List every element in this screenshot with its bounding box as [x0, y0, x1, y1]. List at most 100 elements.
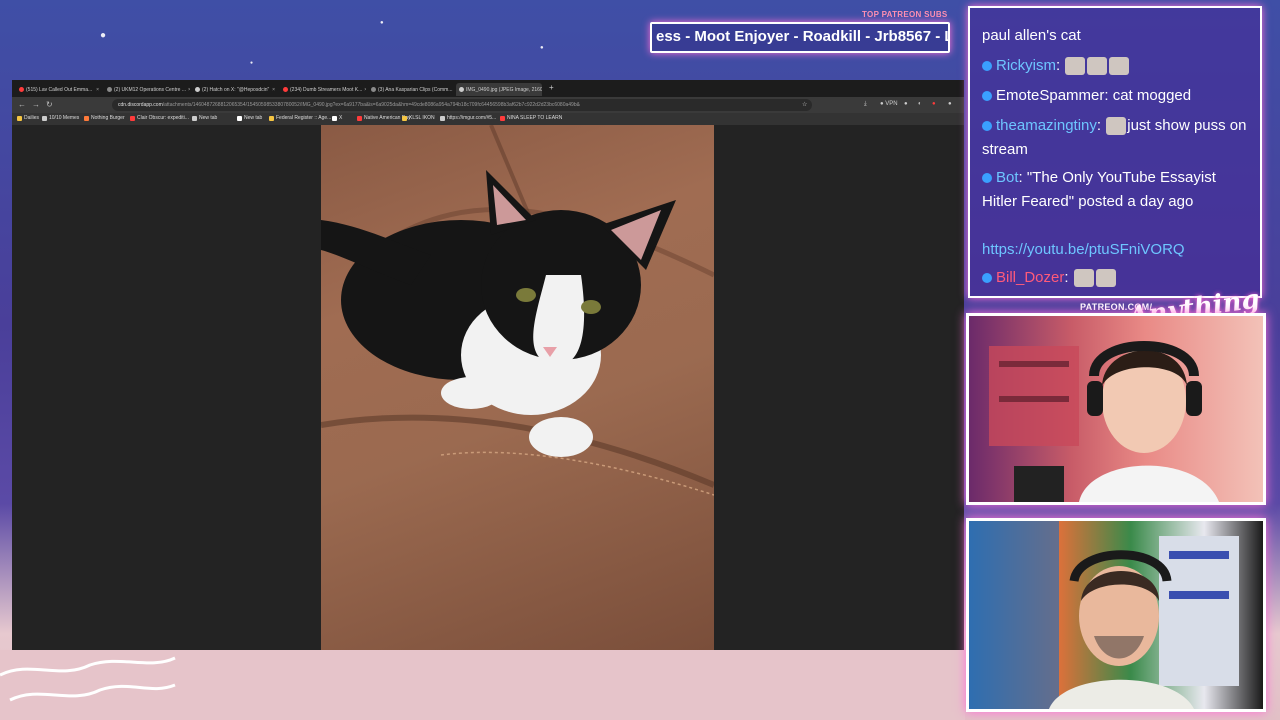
forward-arrow-icon[interactable]: →: [32, 100, 40, 109]
extension-icon[interactable]: ◐: [918, 101, 922, 107]
extension-icon[interactable]: ●: [932, 101, 936, 107]
tab-favicon-icon: [459, 87, 464, 92]
webcam-host-1: [966, 313, 1266, 505]
bookmark-item[interactable]: Federal Register :: Age...: [269, 115, 331, 121]
bookmark-item[interactable]: https://imgur.com/#5...: [440, 115, 496, 121]
close-tab-icon[interactable]: ×: [272, 87, 275, 93]
tab-favicon-icon: [195, 87, 200, 92]
chat-badge-icon: [982, 173, 992, 184]
bookmark-label: Dailies: [24, 115, 40, 121]
chat-colon: :: [1056, 57, 1065, 74]
chat-message: Rickyism:: [982, 54, 1252, 78]
close-tab-icon[interactable]: ×: [96, 87, 99, 93]
chat-text: paul allen's cat: [982, 27, 1081, 44]
tab-label: (2) UKM12 Operations Centre ...: [114, 86, 186, 93]
tab-favicon-icon: [107, 87, 112, 92]
webcam-person-illustration: [989, 341, 1219, 502]
patreon-subs-ticker: ess - Moot Enjoyer - Roadkill - Jrb8567 …: [650, 22, 950, 53]
browser-tab[interactable]: (3) Ana Kasparian Clips (Comm...×: [368, 83, 454, 96]
tab-bar: (515) Lav Called Out Emma... × (2) UKM12 O…: [12, 80, 964, 97]
extension-icon[interactable]: ●: [904, 101, 908, 107]
cat-photo: [321, 125, 714, 650]
vpn-label: VPN: [885, 101, 898, 107]
bookmark-label: https://imgur.com/#5...: [447, 115, 497, 121]
tab-label: (515) Lav Called Out Emma...: [26, 86, 93, 93]
image-viewer: [12, 125, 964, 650]
bookmark-label: KLSL IKON: [409, 115, 435, 121]
tab-favicon-icon: [371, 87, 376, 92]
chat-username[interactable]: Rickyism: [996, 57, 1056, 74]
chat-emote-icon: [1106, 117, 1127, 136]
new-tab-plus-icon[interactable]: +: [549, 83, 554, 92]
chat-username[interactable]: theamazingtiny: [996, 117, 1097, 134]
address-bar[interactable]: cdn.discordapp.com/attachments/146048726…: [112, 99, 812, 111]
bookmarks-bar: Dailies 10/10 Memes Nothing Burger Clair Ob…: [12, 113, 964, 125]
chat-panel: paul allen's cat Rickyism: EmoteSpammer: …: [968, 6, 1262, 298]
url-path: /attachments/1460487268812065354/1545059…: [162, 102, 580, 108]
top-patreon-subs-title: TOP PATREON SUBS: [862, 10, 948, 19]
chat-emote-icon: [1095, 269, 1116, 288]
chat-emote-icon: [1087, 57, 1108, 76]
chat-message: EmoteSpammer: cat mogged: [982, 84, 1252, 108]
tab-favicon-icon: [19, 87, 24, 92]
chat-emote-icon: [1073, 269, 1094, 288]
browser-tab[interactable]: IMG_0490.jpg (JPEG Image, 2160 ××: [456, 83, 542, 96]
bookmark-label: Nothing Burger: [91, 115, 125, 121]
chat-username[interactable]: Bill_Dozer: [996, 269, 1064, 286]
back-arrow-icon[interactable]: ←: [18, 100, 26, 109]
bookmark-label: Clair Obscur: expediti...: [137, 115, 189, 121]
chat-emote-icon: [1109, 57, 1130, 76]
cat-illustration: [321, 125, 714, 496]
bookmark-favicon-icon: [402, 115, 407, 121]
chat-text: cat mogged: [1112, 87, 1192, 104]
bookmark-item[interactable]: Clair Obscur: expediti...: [130, 115, 189, 121]
browser-tab[interactable]: (515) Lav Called Out Emma... ×: [16, 83, 102, 96]
patreon-subs-ticker-text: ess - Moot Enjoyer - Roadkill - Jrb8567 …: [656, 28, 950, 45]
bookmark-label: New tab: [199, 115, 218, 121]
browser-tab[interactable]: (234) Dumb Streamers Moot K... ×: [280, 83, 366, 96]
close-tab-icon[interactable]: ×: [188, 87, 190, 93]
browser-window: (515) Lav Called Out Emma... × (2) UKM12 O…: [12, 80, 964, 650]
bookmark-item[interactable]: Nothing Burger: [84, 115, 125, 121]
bookmark-item[interactable]: X: [332, 115, 342, 121]
chat-username[interactable]: Bot: [996, 169, 1019, 186]
tab-label: (2) Hatch on X: "@Heposdcin": [202, 86, 270, 93]
chat-username[interactable]: EmoteSpammer: [996, 87, 1104, 104]
sparkle: ●: [250, 60, 254, 66]
chat-message: https://youtu.be/ptuSFniVORQ: [982, 238, 1252, 262]
sparkle: ●: [540, 45, 544, 51]
close-tab-icon[interactable]: ×: [364, 87, 366, 93]
browser-tab[interactable]: (2) Hatch on X: "@Heposdcin" ×: [192, 83, 278, 96]
chat-message: paul allen's cat: [982, 24, 1252, 48]
bookmark-favicon-icon: [84, 115, 89, 121]
sparkle: ●: [380, 20, 384, 26]
bookmark-favicon-icon: [42, 115, 47, 121]
reload-icon[interactable]: ↻: [46, 100, 53, 109]
url-domain: cdn.discordapp.com: [118, 102, 163, 108]
download-icon[interactable]: ⤓: [864, 101, 867, 108]
bookmark-item[interactable]: Dailies: [17, 115, 39, 121]
chat-link[interactable]: https://youtu.be/ptuSFniVORQ: [982, 241, 1185, 258]
sparkle: ●: [100, 30, 107, 41]
chat-badge-icon: [982, 121, 992, 132]
bookmark-star-icon[interactable]: ☆: [802, 101, 807, 108]
bookmark-label: X: [339, 115, 343, 121]
bookmark-item[interactable]: New tab: [237, 115, 262, 121]
chat-badge-icon: [982, 273, 992, 284]
webcam-person-illustration: [969, 521, 1239, 709]
bookmark-item[interactable]: KLSL IKON: [402, 115, 435, 121]
browser-tab[interactable]: (2) UKM12 Operations Centre ... ×: [104, 83, 190, 96]
tab-favicon-icon: [283, 87, 288, 92]
chat-badge-icon: [982, 61, 992, 72]
bookmark-item[interactable]: New tab: [192, 115, 217, 121]
tab-label: (234) Dumb Streamers Moot K...: [290, 86, 363, 93]
bookmark-favicon-icon: [17, 115, 22, 121]
menu-icon[interactable]: ●: [948, 101, 952, 107]
chat-colon: :: [1018, 169, 1027, 186]
vpn-button[interactable]: ● VPN: [880, 101, 898, 107]
bookmark-favicon-icon: [192, 115, 197, 121]
bookmark-item[interactable]: NINA SLEEP TO LEARN: [500, 115, 562, 121]
webcam-host-2: [966, 518, 1266, 712]
chat-colon: :: [1096, 117, 1106, 134]
bookmark-item[interactable]: 10/10 Memes: [42, 115, 79, 121]
